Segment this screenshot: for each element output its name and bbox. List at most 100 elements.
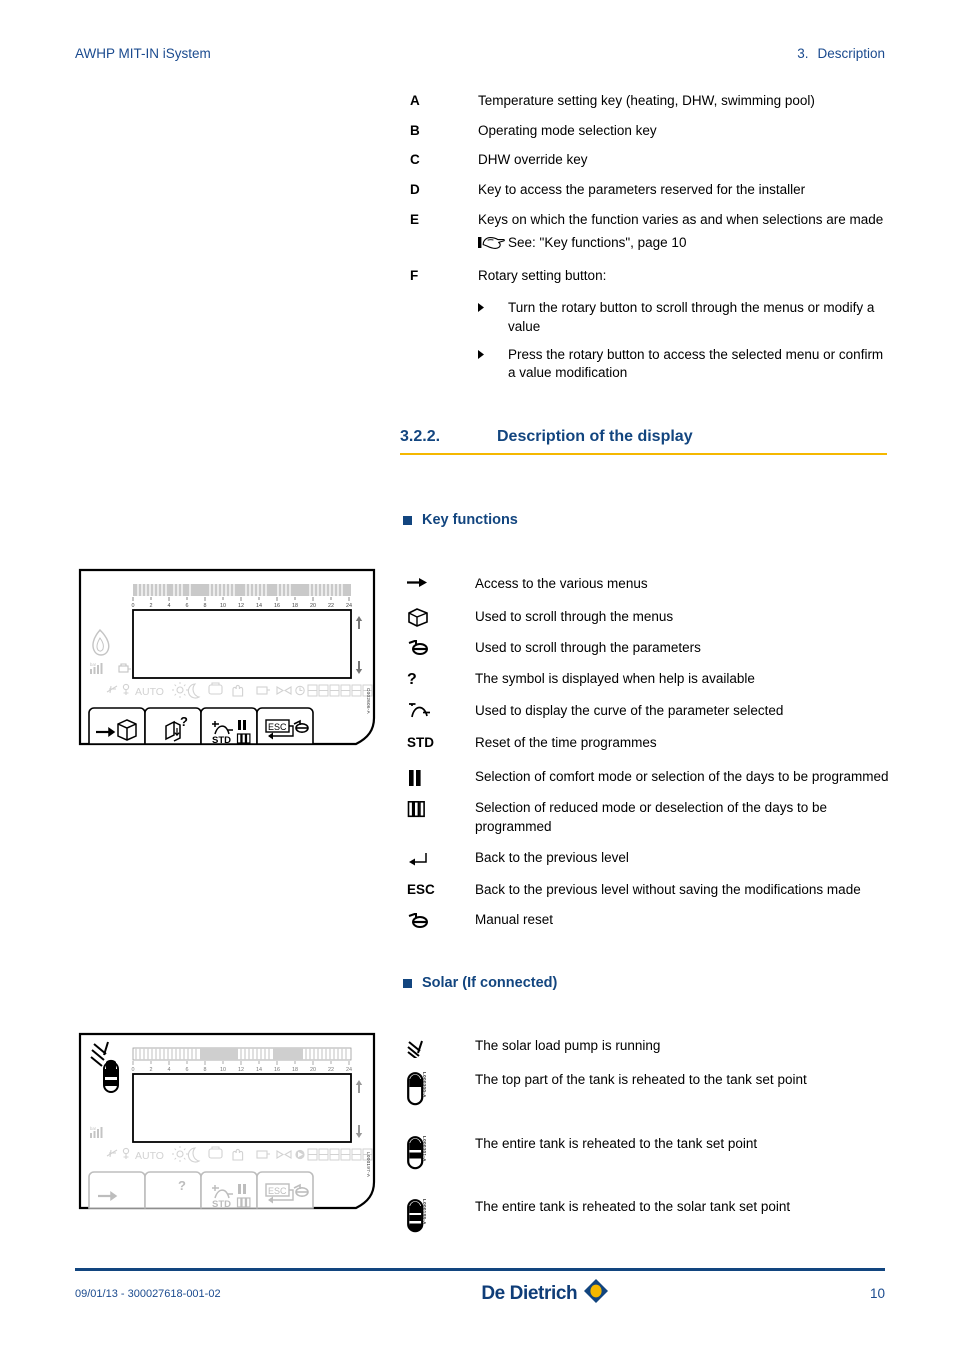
question-mark-icon: ?: [407, 671, 417, 689]
svg-text:ESC: ESC: [268, 1186, 287, 1196]
solar-text: The entire tank is reheated to the solar…: [475, 1199, 791, 1214]
bullet-item: Turn the rotary button to scroll through…: [478, 299, 890, 336]
svg-text:22: 22: [328, 1067, 334, 1073]
svg-text:8: 8: [204, 603, 207, 609]
key-function-text: Selection of comfort mode or selection o…: [475, 768, 889, 784]
legend-description: Temperature setting key (heating, DHW, s…: [478, 93, 815, 108]
subheading-key-functions: Key functions: [403, 512, 518, 528]
svg-text:14: 14: [256, 1067, 262, 1073]
solar-table: The solar load pump is running L000300-A…: [403, 1036, 890, 1236]
svg-text:4: 4: [168, 603, 171, 609]
legend-description: DHW override key: [478, 152, 588, 168]
svg-text:24: 24: [346, 603, 352, 609]
section-number: 3.2.2.: [400, 428, 441, 445]
legend-description: Key to access the parameters reserved fo…: [478, 181, 806, 197]
legend-description: Operating mode selection key: [478, 122, 657, 138]
solar-text: The solar load pump is running: [475, 1038, 661, 1053]
std-text-icon: STD: [407, 735, 434, 751]
figure-control-panel-keys: 024 6 8 10 12 14 16 18 20 22 24 bar AUTO…: [78, 568, 388, 748]
icon-reference-code: L000301-A: [422, 1136, 427, 1162]
svg-text:2: 2: [150, 1067, 153, 1073]
svg-text:6: 6: [186, 603, 189, 609]
arrow-right-icon: [403, 574, 475, 594]
svg-text:AUTO: AUTO: [135, 686, 164, 698]
header-chapter: 3. Description: [797, 46, 885, 61]
key-function-text: Reset of the time programmes: [475, 735, 657, 751]
icon-reference-code: L000300-A: [422, 1072, 427, 1098]
svg-text:bar: bar: [90, 1126, 97, 1131]
icon-reference-code: L000188-A: [422, 1199, 427, 1225]
subheading-label: Key functions: [422, 512, 518, 528]
triangle-bullet-icon: [478, 299, 508, 336]
key-function-text: Selection of reduced mode or deselection…: [475, 799, 827, 834]
legend-letter: A: [410, 93, 420, 108]
key-function-text: Access to the various menus: [475, 576, 648, 591]
solar-row: L000188-A The entire tank is reheated to…: [403, 1197, 890, 1236]
legend-letter: E: [410, 211, 420, 227]
key-function-row: ESC Back to the previous level without s…: [403, 880, 890, 900]
solar-text: The top part of the tank is reheated to …: [475, 1072, 807, 1087]
reduced-bars-icon: [403, 798, 475, 836]
bullet-text: Press the rotary button to access the se…: [508, 346, 884, 381]
curve-icon: [403, 701, 475, 721]
svg-text:12: 12: [238, 1067, 244, 1073]
parameter-scroll-icon: [403, 638, 475, 658]
page-footer: 09/01/13 - 300027618-001-02 De Dietrich …: [75, 1278, 885, 1309]
svg-text:18: 18: [292, 1067, 298, 1073]
de-dietrich-diamond-icon: [583, 1278, 609, 1309]
svg-text:AUTO: AUTO: [135, 1150, 164, 1162]
svg-text:16: 16: [274, 1067, 280, 1073]
subheading-label: Solar (If connected): [422, 975, 558, 991]
legend-description: Rotary setting button:: [478, 267, 607, 283]
key-function-text: Used to display the curve of the paramet…: [475, 703, 784, 719]
figure-control-panel-solar: 024 6 8 10 12 14 16 18 20 22 24 bar AUTO…: [78, 1032, 388, 1212]
solar-row: L000300-A The top part of the tank is re…: [403, 1070, 890, 1109]
legend-item-e: E Keys on which the function varies as a…: [410, 211, 890, 256]
svg-text:20: 20: [310, 603, 316, 609]
svg-text:14: 14: [256, 603, 262, 609]
svg-text:10: 10: [220, 603, 226, 609]
svg-text:16: 16: [274, 603, 280, 609]
legend-letter: B: [410, 122, 420, 138]
esc-text-icon: ESC: [407, 881, 435, 897]
pointing-hand-icon: [478, 235, 505, 256]
legend-item-c: C DHW override key: [410, 151, 890, 170]
bullet-text: Turn the rotary button to scroll through…: [508, 300, 875, 334]
svg-text:2: 2: [150, 603, 153, 609]
key-function-row: Selection of comfort mode or selection o…: [403, 767, 890, 787]
svg-text:18: 18: [292, 603, 298, 609]
page-header: AWHP MIT-IN iSystem 3. Description: [75, 46, 885, 61]
solar-pump-icon: [403, 1036, 475, 1058]
key-function-row: Access to the various menus: [403, 574, 890, 594]
svg-text:STD: STD: [212, 735, 231, 746]
key-function-text: Back to the previous level without savin…: [475, 881, 861, 897]
key-function-row: ? The symbol is displayed when help is a…: [403, 669, 890, 689]
see-reference-text: See: "Key functions", page 10: [508, 235, 687, 251]
square-bullet-icon: [403, 515, 412, 525]
svg-text:4: 4: [168, 1067, 171, 1073]
header-chapter-title: Description: [817, 46, 885, 61]
svg-text:8: 8: [204, 1067, 207, 1073]
footer-document-reference: 09/01/13 - 300027618-001-02: [75, 1287, 221, 1300]
legend-description: Keys on which the function varies as and…: [478, 211, 884, 227]
header-chapter-number: 3.: [797, 46, 809, 61]
comfort-bars-icon: [403, 767, 475, 787]
svg-text:12: 12: [238, 603, 244, 609]
figure-reference-code: C002606-A: [366, 688, 371, 714]
key-legend-list: A Temperature setting key (heating, DHW,…: [410, 92, 890, 403]
section-title: Description of the display: [497, 428, 693, 445]
legend-item-a: A Temperature setting key (heating, DHW,…: [410, 92, 890, 111]
key-functions-table: Access to the various menus Used to scro…: [403, 574, 890, 930]
svg-text:22: 22: [328, 603, 334, 609]
legend-letter: D: [410, 181, 420, 197]
subheading-solar: Solar (If connected): [403, 975, 557, 991]
key-function-text: Used to scroll through the parameters: [475, 639, 701, 655]
solar-row: L000301-A The entire tank is reheated to…: [403, 1134, 890, 1173]
svg-text:STD: STD: [212, 1199, 231, 1210]
key-function-row: Back to the previous level: [403, 848, 890, 868]
header-product-title: AWHP MIT-IN iSystem: [75, 46, 211, 61]
solar-row: The solar load pump is running: [403, 1036, 890, 1058]
svg-text:24: 24: [346, 1067, 352, 1073]
bullet-item: Press the rotary button to access the se…: [478, 346, 890, 383]
key-function-text: Used to scroll through the menus: [475, 608, 674, 624]
